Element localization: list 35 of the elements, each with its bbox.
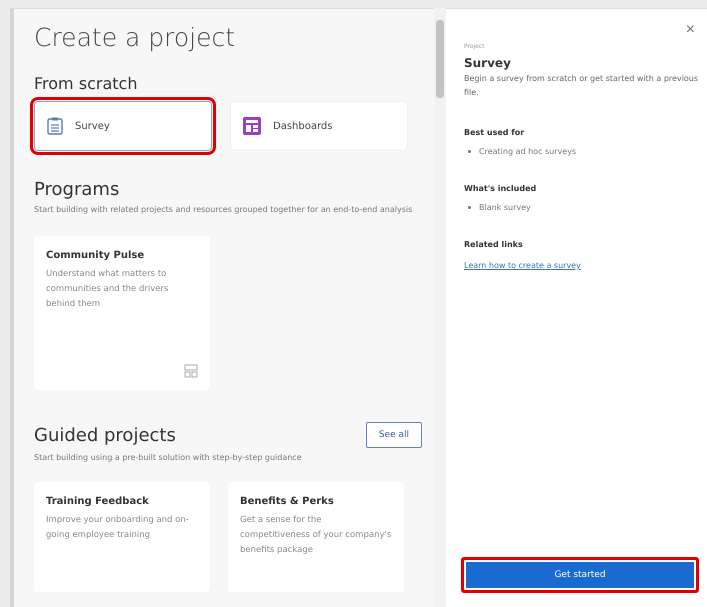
bullet-text: Blank survey xyxy=(479,203,531,212)
section-description: Start building with related projects and resources grouped together for an end-to-end analysis xyxy=(34,204,414,216)
program-card[interactable]: Community Pulse Understand what matters to communities and the drivers behind them xyxy=(34,236,210,390)
guided-project-card[interactable]: Training Feedback Improve your onboarding and on-going employee training xyxy=(34,482,210,592)
scrollbar[interactable] xyxy=(434,8,446,607)
grid-icon xyxy=(184,364,198,378)
section-heading: Guided projects xyxy=(34,424,176,446)
help-link[interactable]: Learn how to create a survey xyxy=(464,261,699,270)
detail-section-heading: Related links xyxy=(464,240,524,249)
tile-label: Dashboards xyxy=(273,120,332,132)
card-description: Understand what matters to communities and the drivers behind them xyxy=(46,268,170,311)
get-started-button[interactable]: Get started xyxy=(461,557,699,593)
detail-section-heading: What's included xyxy=(464,184,538,193)
card-description: Improve your onboarding and on-going employee training xyxy=(46,514,190,542)
detail-title: Survey xyxy=(464,56,512,70)
card-title: Benefits & Perks xyxy=(240,496,335,507)
page-title: Create a project xyxy=(34,23,236,52)
card-title: Community Pulse xyxy=(46,250,146,261)
section-heading: From scratch xyxy=(34,74,138,93)
clipboard-icon xyxy=(47,117,63,135)
tile-label: Survey xyxy=(75,120,110,132)
dashboard-icon xyxy=(243,117,261,135)
close-button[interactable]: × xyxy=(682,21,699,39)
card-title: Training Feedback xyxy=(46,496,150,507)
guided-project-card[interactable]: Benefits & Perks Get a sense for the competitiveness of your company's benefits package xyxy=(228,482,404,592)
bullet-text: Creating ad hoc surveys xyxy=(479,147,576,156)
detail-description: Begin a survey from scratch or get started with a previous file. xyxy=(464,73,699,99)
see-all-button[interactable]: See all xyxy=(366,422,422,448)
project-type-tile[interactable]: Dashboards xyxy=(230,101,408,151)
bullet-icon xyxy=(468,150,471,153)
section-description: Start building using a pre-built solution with step-by-step guidance xyxy=(34,452,303,464)
bullet-icon xyxy=(468,206,471,209)
section-heading: Programs xyxy=(34,179,120,200)
detail-section-heading: Best used for xyxy=(464,128,526,137)
card-description: Get a sense for the competitiveness of your company's benefits package xyxy=(240,514,392,557)
